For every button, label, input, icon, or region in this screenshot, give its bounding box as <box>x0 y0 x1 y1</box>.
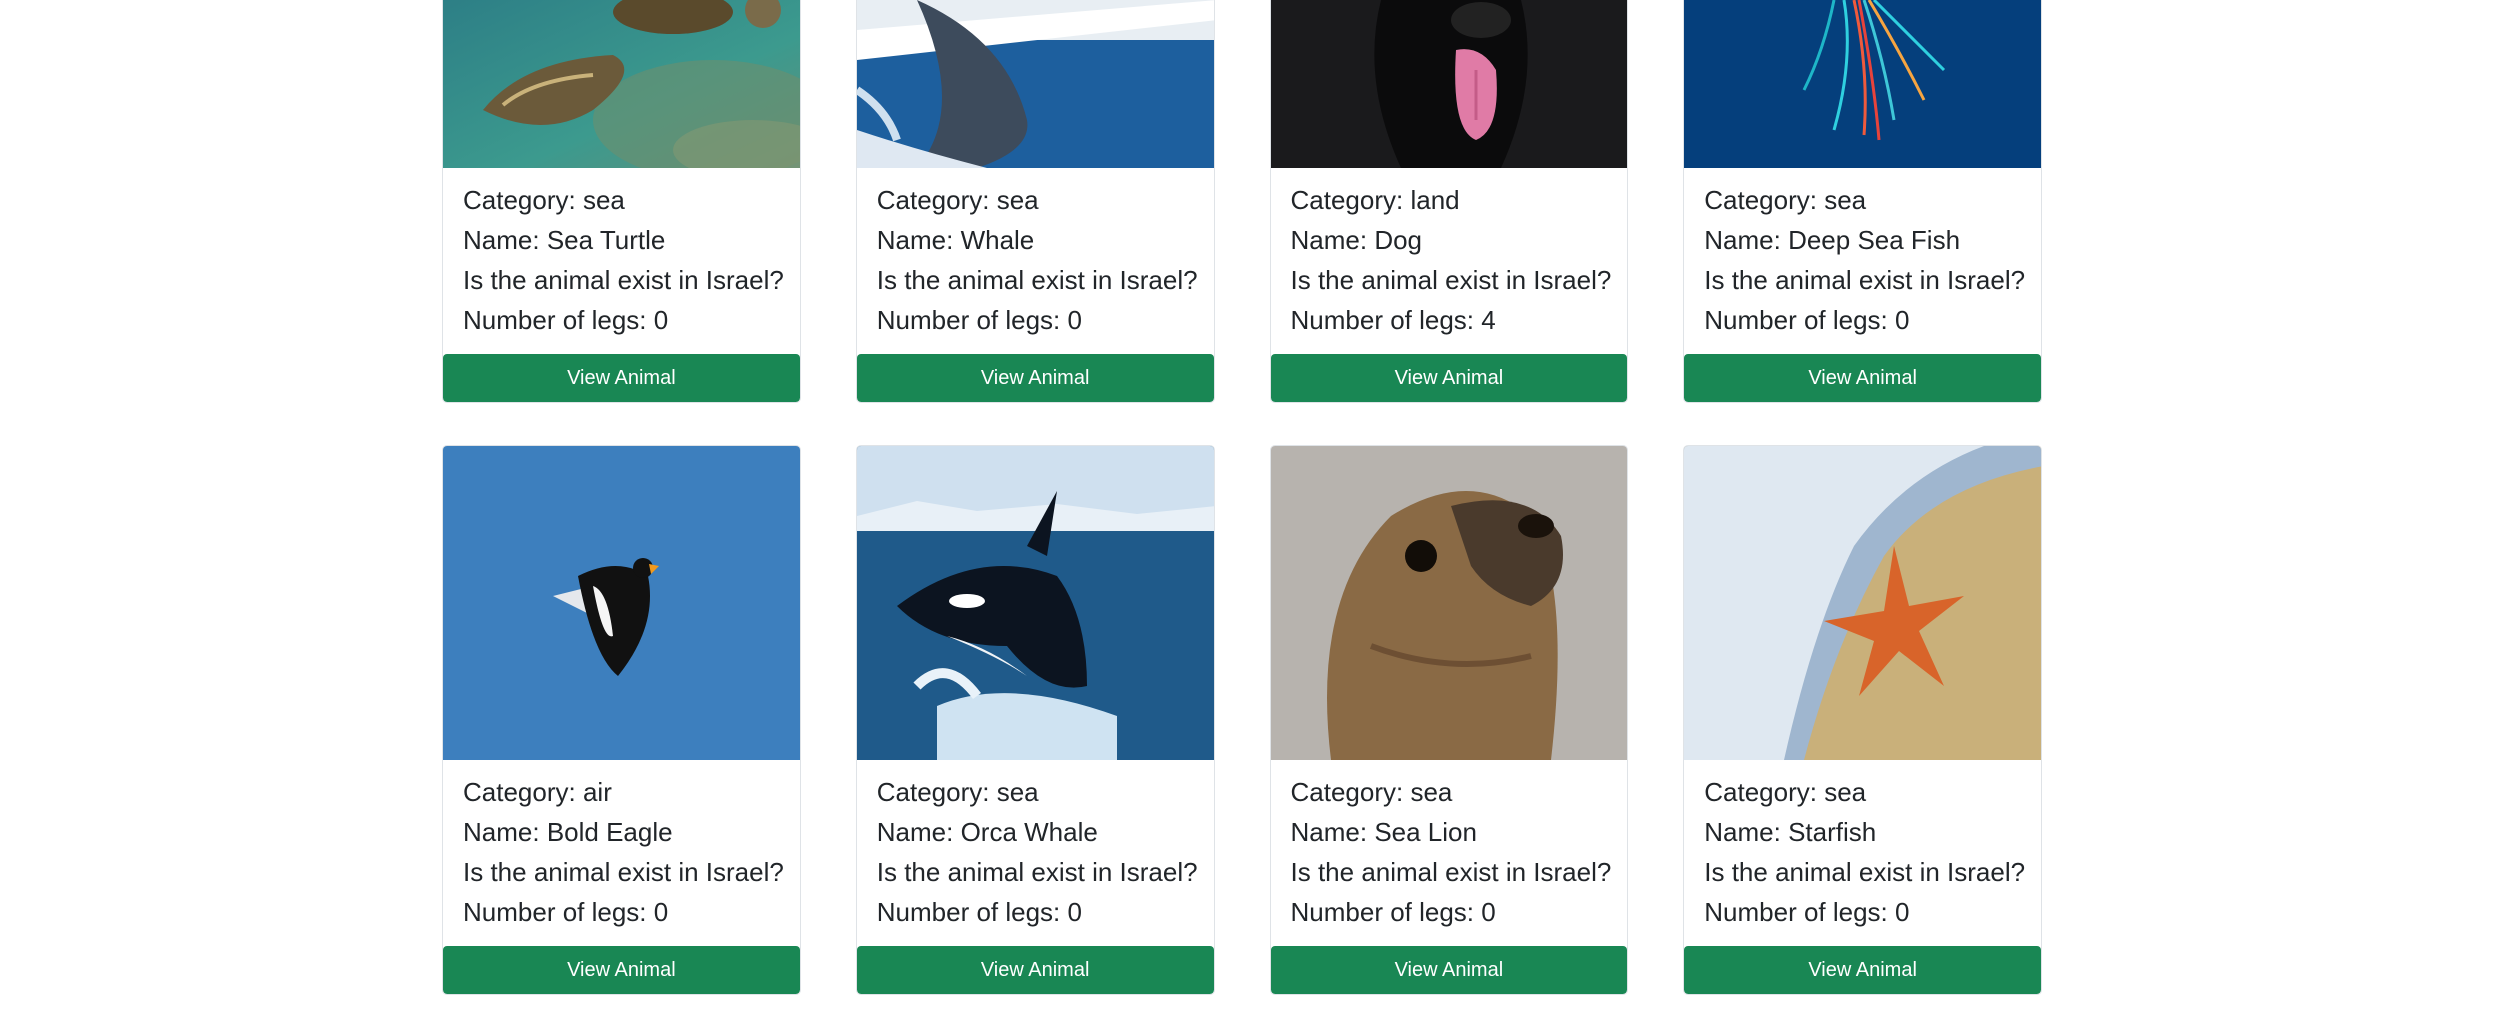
eagle-photo <box>443 446 800 760</box>
card-body: Category: sea Name: Whale Is the animal … <box>857 168 1214 346</box>
card-row: Category: air Name: Bold Eagle Is the an… <box>442 445 2042 995</box>
name-text: Name: Sea Turtle <box>463 225 666 255</box>
animal-card: Category: sea Name: Whale Is the animal … <box>855 0 1215 403</box>
card-body: Category: sea Name: Deep Sea Fish Is the… <box>1684 168 2041 346</box>
card-body: Category: sea Name: Orca Whale Is the an… <box>857 760 1214 938</box>
card-row: Category: sea Name: Sea Turtle Is the an… <box>442 0 2042 403</box>
view-animal-button[interactable]: View Animal <box>1684 946 2041 994</box>
view-animal-button[interactable]: View Animal <box>856 946 1214 994</box>
category-text: Category: sea <box>1290 777 1453 807</box>
name-text: Name: Deep Sea Fish <box>1704 225 1961 255</box>
starfish-photo <box>1684 446 2042 760</box>
deep-sea-fish-photo <box>1684 0 2042 168</box>
category-text: Category: air <box>463 777 612 807</box>
card-body: Category: sea Name: Starfish Is the anim… <box>1684 760 2041 938</box>
israel-question-text: Is the animal exist in Israel? <box>1704 857 2026 887</box>
category-text: Category: land <box>1290 185 1460 215</box>
view-animal-button[interactable]: View Animal <box>1270 946 1628 994</box>
israel-question-text: Is the animal exist in Israel? <box>1704 265 2026 295</box>
legs-text: Number of legs: 0 <box>1704 897 1910 927</box>
page: Category: sea Name: Sea Turtle Is the an… <box>0 0 2505 1034</box>
name-text: Name: Bold Eagle <box>463 817 673 847</box>
name-text: Name: Sea Lion <box>1290 817 1477 847</box>
animal-card: Category: air Name: Bold Eagle Is the an… <box>442 445 801 995</box>
category-text: Category: sea <box>1704 185 1867 215</box>
animal-card: Category: sea Name: Sea Lion Is the anim… <box>1269 445 1629 995</box>
israel-question-text: Is the animal exist in Israel? <box>463 265 784 295</box>
view-animal-button[interactable]: View Animal <box>443 354 800 402</box>
category-text: Category: sea <box>463 185 625 215</box>
category-text: Category: sea <box>876 185 1039 215</box>
legs-text: Number of legs: 0 <box>876 897 1082 927</box>
israel-question-text: Is the animal exist in Israel? <box>1290 857 1612 887</box>
name-text: Name: Whale <box>876 225 1035 255</box>
category-text: Category: sea <box>1704 777 1867 807</box>
sea-lion-photo <box>1270 446 1628 760</box>
legs-text: Number of legs: 0 <box>1704 305 1910 335</box>
view-animal-button[interactable]: View Animal <box>856 354 1214 402</box>
legs-text: Number of legs: 0 <box>463 305 669 335</box>
orca-photo <box>856 446 1214 760</box>
card-body: Category: air Name: Bold Eagle Is the an… <box>443 760 800 938</box>
whale-photo <box>856 0 1214 168</box>
animal-card: Category: sea Name: Starfish Is the anim… <box>1683 445 2042 995</box>
card-body: Category: sea Name: Sea Lion Is the anim… <box>1271 760 1628 938</box>
israel-question-text: Is the animal exist in Israel? <box>1290 265 1612 295</box>
animal-card: Category: sea Name: Sea Turtle Is the an… <box>442 0 801 403</box>
card-body: Category: sea Name: Sea Turtle Is the an… <box>443 168 800 346</box>
view-animal-button[interactable]: View Animal <box>443 946 800 994</box>
israel-question-text: Is the animal exist in Israel? <box>876 265 1198 295</box>
name-text: Name: Dog <box>1290 225 1423 255</box>
animal-card: Category: sea Name: Orca Whale Is the an… <box>855 445 1215 995</box>
card-body: Category: land Name: Dog Is the animal e… <box>1271 168 1628 346</box>
view-animal-button[interactable]: View Animal <box>1684 354 2041 402</box>
category-text: Category: sea <box>876 777 1039 807</box>
israel-question-text: Is the animal exist in Israel? <box>876 857 1198 887</box>
name-text: Name: Starfish <box>1704 817 1877 847</box>
animal-card: Category: sea Name: Deep Sea Fish Is the… <box>1683 0 2042 403</box>
legs-text: Number of legs: 0 <box>463 897 669 927</box>
view-animal-button[interactable]: View Animal <box>1270 354 1628 402</box>
dog-photo <box>1270 0 1628 168</box>
legs-text: Number of legs: 0 <box>876 305 1082 335</box>
legs-text: Number of legs: 4 <box>1290 305 1496 335</box>
animal-grid: Category: sea Name: Sea Turtle Is the an… <box>442 0 2042 1034</box>
sea-turtle-photo <box>443 0 800 168</box>
legs-text: Number of legs: 0 <box>1290 897 1496 927</box>
name-text: Name: Orca Whale <box>876 817 1098 847</box>
israel-question-text: Is the animal exist in Israel? <box>463 857 784 887</box>
animal-card: Category: land Name: Dog Is the animal e… <box>1269 0 1629 403</box>
